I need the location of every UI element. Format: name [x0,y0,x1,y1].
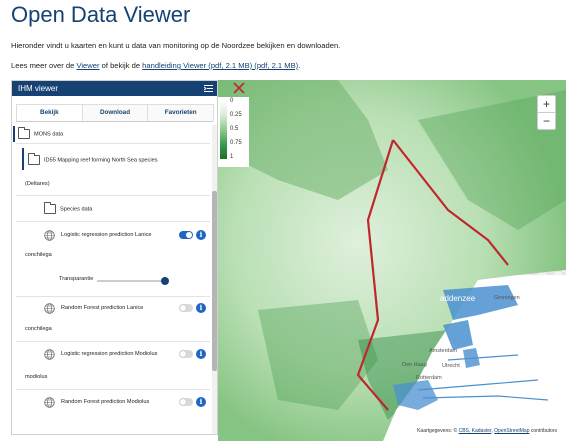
toggle-rf-modiolus[interactable] [179,398,193,406]
cbs-kadaster-link[interactable]: CBS, Kadaster [459,428,492,434]
layer-list: MONS data ID55 Mapping reef forming Nort… [12,125,212,434]
place-waddenzee: addenzee [440,294,476,303]
place-rotterdam: Rotterdam [416,375,442,381]
toggle-knob [180,351,186,357]
legend-color-bar [220,101,227,159]
folder-mons[interactable]: MONS data [18,127,217,139]
viewer-panel: IHM viewer Bekijk Download Favorieten MO… [11,80,218,435]
scrollbar-thumb[interactable] [212,191,217,371]
zoom-in-button[interactable]: + [538,96,555,112]
place-den-haag: Den Haag [402,362,427,368]
legend-tick-3: 0.75 [230,140,242,146]
legend-tick-4: 1 [230,154,234,160]
layer-lr-lanice-label-2: conchilega [25,252,52,258]
toggle-knob [180,399,186,405]
toggle-lr-lanice[interactable] [179,231,193,239]
globe-icon [44,303,55,314]
place-amsterdam: Amsterdam [429,348,458,354]
info-icon[interactable]: i [196,349,206,359]
map-canvas[interactable]: addenzee Groningen Amsterdam Utrecht Rot… [218,80,566,441]
manual-link[interactable]: handleiding Viewer (pdf, 2.1 MB) (pdf, 2… [142,61,298,70]
toggle-lr-modiolus[interactable] [179,350,193,358]
info-icon[interactable]: i [196,397,206,407]
folder-icon [44,202,56,214]
place-groningen: Groningen [494,295,520,301]
layer-lr-modiolus-label-2: modiolus [25,374,48,380]
more-info-text: Lees meer over de Viewer of bekijk de ha… [11,61,300,70]
panel-header: IHM viewer [12,81,217,96]
legend-tick-0: 0 [230,98,234,104]
tab-download[interactable]: Download [81,104,149,121]
intro-text: Hieronder vindt u kaarten en kunt u data… [11,41,341,50]
layer-rf-lanice-label-2: conchilega [25,326,52,332]
panel-title: IHM viewer [18,84,59,93]
panel-tabs: Bekijk Download Favorieten [16,104,215,122]
tree-indent-line [13,126,15,142]
legend-tick-1: 0.25 [230,112,242,118]
more-prefix: Lees meer over de [11,61,77,70]
transparency-label: Transparantie [59,276,94,282]
divider [16,296,210,297]
layer-rf-modiolus-label: Random Forest prediction Modiolus [61,399,150,405]
more-suffix: . [298,61,301,70]
legend-tick-2: 0.5 [230,126,239,132]
folder-icon [28,153,40,165]
close-legend-icon[interactable] [232,81,246,95]
globe-icon [44,230,55,241]
map-layers [218,80,566,441]
tab-favorieten[interactable]: Favorieten [147,104,215,121]
globe-icon [44,349,55,360]
folder-icon [18,127,30,139]
layer-rf-lanice-label: Random Forest prediction Lanice [61,305,144,311]
divider [16,221,210,222]
divider [16,389,210,390]
folder-species[interactable]: Species data [44,202,217,214]
folder-id55-label: ID55 Mapping reef forming North Sea spec… [44,157,158,164]
transparency-slider-handle[interactable] [161,277,169,285]
tab-bekijk[interactable]: Bekijk [16,104,83,121]
divider [16,143,210,144]
folder-id55[interactable]: ID55 Mapping reef forming North Sea spec… [28,153,217,165]
folder-species-label: Species data [60,206,93,213]
zoom-out-button[interactable]: − [538,112,555,129]
divider [16,341,210,342]
place-utrecht: Utrecht [442,363,460,369]
toggle-rf-lanice[interactable] [179,304,193,312]
tree-indent-line [22,148,24,170]
folder-id55-source: (Deltares) [25,181,50,187]
info-icon[interactable]: i [196,303,206,313]
zoom-control: + − [537,95,556,130]
folder-mons-label: MONS data [34,131,64,138]
divider [16,195,210,196]
map-legend: 0 0.25 0.5 0.75 1 [218,97,249,167]
panel-scrollbar[interactable] [212,125,217,434]
viewer-link[interactable]: Viewer [76,61,99,70]
page-title: Open Data Viewer [11,2,191,27]
toggle-knob [186,232,192,238]
globe-icon [44,397,55,408]
more-middle: of bekijk de [99,61,143,70]
map-attribution: Kaartgegevens: © CBS, Kadaster, OpenStre… [414,427,560,435]
menu-collapse-icon[interactable] [204,84,213,93]
info-icon[interactable]: i [196,230,206,240]
layer-lr-modiolus-label: Logistic regression prediction Modiolus [61,351,158,357]
attribution-prefix: Kaartgegevens: © [417,428,459,434]
attribution-suffix: contributors [529,428,557,434]
transparency-slider-track[interactable] [97,280,165,282]
openstreetmap-link[interactable]: OpenStreetMap [494,428,529,434]
toggle-knob [180,305,186,311]
layer-lr-lanice-label: Logistic regression prediction Lanice [61,232,152,238]
